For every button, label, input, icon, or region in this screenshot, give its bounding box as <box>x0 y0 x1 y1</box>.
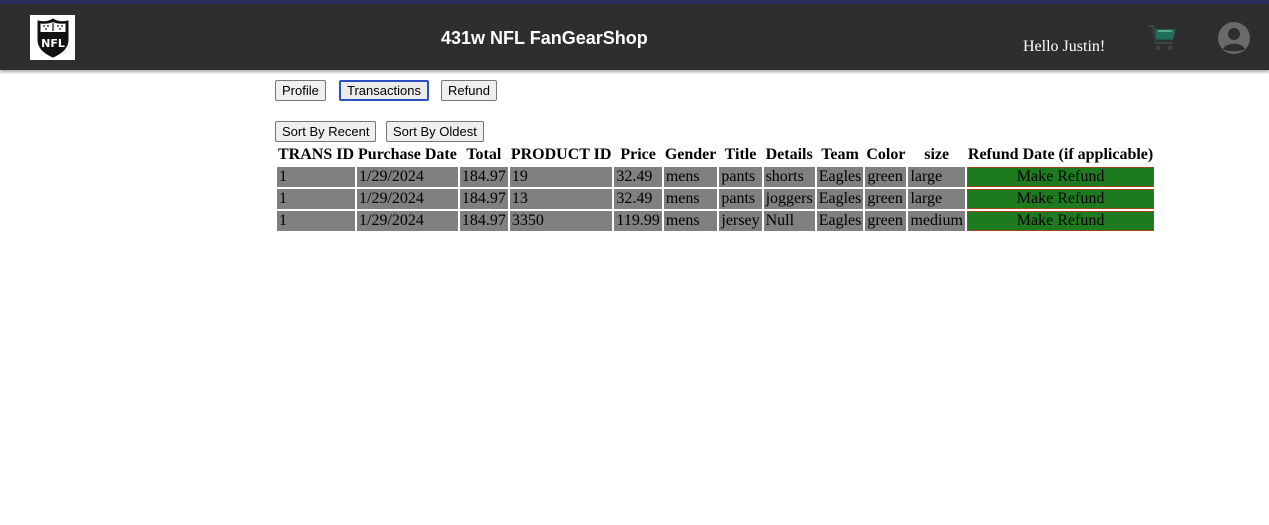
column-header-product-id: PRODUCT ID <box>510 146 612 163</box>
table-header-row: TRANS ID Purchase Date Total PRODUCT ID … <box>277 145 1154 165</box>
cell-team: Eagles <box>816 189 864 209</box>
site-header: NFL 431w NFL FanGearShop Hello Justin! <box>0 4 1269 70</box>
cell-gender: mens <box>663 189 718 209</box>
cell-color: green <box>865 189 907 209</box>
table-row: 1 1/29/2024 184.97 13 32.49 mens pants j… <box>277 189 1155 209</box>
transactions-button[interactable]: Transactions <box>339 80 429 101</box>
cell-details: joggers <box>763 189 815 209</box>
cell-price: 32.49 <box>614 167 662 187</box>
cell-title: jersey <box>719 211 762 231</box>
transactions-table: TRANS ID Purchase Date Total PRODUCT ID … <box>275 143 1156 233</box>
cell-size: large <box>908 189 965 209</box>
column-header-trans-id: TRANS ID <box>278 146 355 163</box>
cell-product-id: 3350 <box>509 211 613 231</box>
cell-gender: mens <box>663 211 718 231</box>
shopping-cart-icon[interactable] <box>1146 22 1178 54</box>
site-title: 431w NFL FanGearShop <box>441 28 648 48</box>
user-avatar-icon[interactable] <box>1217 21 1251 55</box>
nfl-logo-icon[interactable]: NFL <box>30 15 75 60</box>
table-row: 1 1/29/2024 184.97 19 32.49 mens pants s… <box>277 167 1155 187</box>
cell-color: green <box>865 211 907 231</box>
make-refund-button[interactable]: Make Refund <box>966 167 1155 187</box>
cell-details: Null <box>763 211 815 231</box>
cell-team: Eagles <box>816 211 864 231</box>
cell-title: pants <box>719 167 762 187</box>
make-refund-button[interactable]: Make Refund <box>966 211 1155 231</box>
column-header-details: Details <box>765 146 813 163</box>
cell-details: shorts <box>763 167 815 187</box>
svg-text:NFL: NFL <box>41 37 65 50</box>
column-header-color: Color <box>866 146 906 163</box>
cell-price: 32.49 <box>614 189 662 209</box>
cell-purchase-date: 1/29/2024 <box>357 167 458 187</box>
cell-trans-id: 1 <box>277 189 356 209</box>
cell-size: medium <box>908 211 965 231</box>
column-header-title: Title <box>724 146 757 163</box>
cell-color: green <box>865 167 907 187</box>
cell-product-id: 13 <box>509 189 613 209</box>
column-header-size: size <box>924 146 950 163</box>
column-header-purchase-date: Purchase Date <box>358 146 457 163</box>
sort-by-oldest-button[interactable]: Sort By Oldest <box>386 121 484 142</box>
cell-total: 184.97 <box>459 189 508 209</box>
cell-product-id: 19 <box>509 167 613 187</box>
table-row: 1 1/29/2024 184.97 3350 119.99 mens jers… <box>277 211 1155 231</box>
cell-purchase-date: 1/29/2024 <box>357 189 458 209</box>
cell-trans-id: 1 <box>277 211 356 231</box>
cell-price: 119.99 <box>614 211 662 231</box>
cell-team: Eagles <box>816 167 864 187</box>
cell-title: pants <box>719 189 762 209</box>
column-header-price: Price <box>620 146 656 163</box>
column-header-total: Total <box>466 146 502 163</box>
sort-by-recent-button[interactable]: Sort By Recent <box>275 121 377 142</box>
cell-size: large <box>908 167 965 187</box>
cell-total: 184.97 <box>459 167 508 187</box>
cell-trans-id: 1 <box>277 167 356 187</box>
column-header-gender: Gender <box>664 146 717 163</box>
nfl-shield-icon: NFL <box>37 17 68 58</box>
profile-button[interactable]: Profile <box>275 80 326 101</box>
column-header-refund-date: Refund Date (if applicable) <box>967 146 1154 163</box>
make-refund-button[interactable]: Make Refund <box>966 189 1155 209</box>
cell-total: 184.97 <box>459 211 508 231</box>
cell-gender: mens <box>663 167 718 187</box>
user-greeting: Hello Justin! <box>1023 38 1106 55</box>
column-header-team: Team <box>821 146 859 163</box>
cell-purchase-date: 1/29/2024 <box>357 211 458 231</box>
refund-nav-button[interactable]: Refund <box>441 80 497 101</box>
